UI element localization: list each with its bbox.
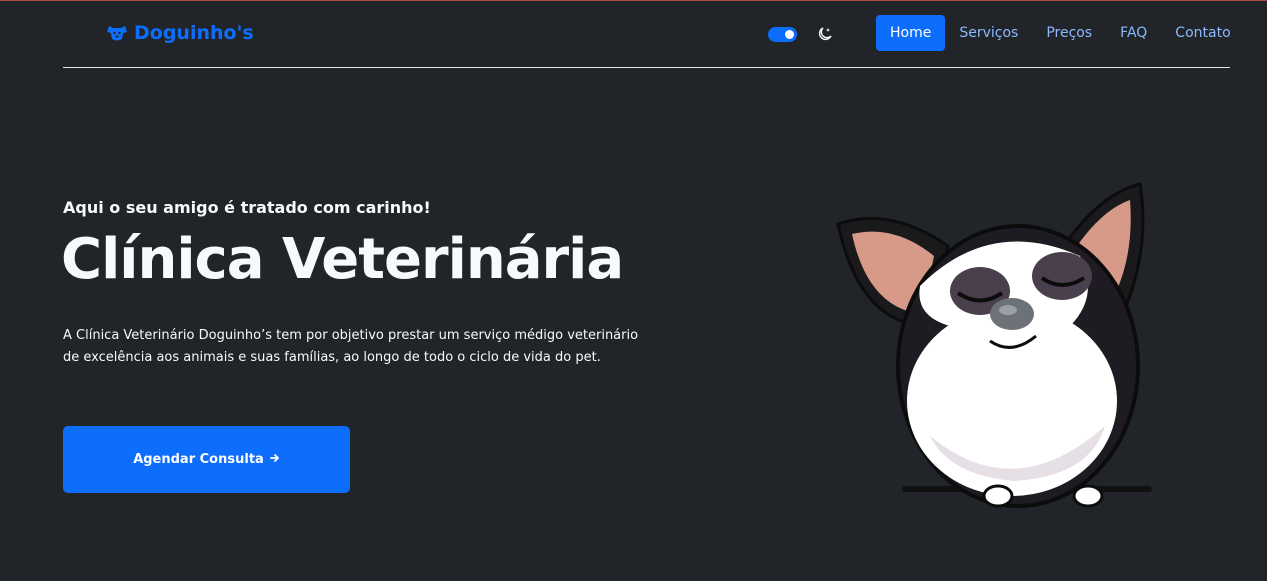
nav-link-home[interactable]: Home: [876, 15, 946, 51]
arrow-right-icon: [269, 452, 280, 467]
toggle-knob: [785, 30, 794, 39]
brand-name: Doguinho's: [134, 22, 254, 44]
hero-subtitle: Aqui o seu amigo é tratado com carinho!: [63, 198, 431, 217]
dog-icon: [106, 24, 128, 42]
dog-illustration: [830, 176, 1160, 520]
schedule-appointment-button[interactable]: Agendar Consulta: [63, 426, 350, 493]
nav-link-contato[interactable]: Contato: [1161, 15, 1244, 51]
nav-link-faq[interactable]: FAQ: [1106, 15, 1161, 51]
navbar: Doguinho's Home Serviços Preços FAQ Cont…: [63, 1, 1231, 68]
hero-description: A Clínica Veterinário Doguinho’s tem por…: [63, 328, 639, 365]
nav-links: Home Serviços Preços FAQ Contato: [876, 15, 1245, 51]
cta-label: Agendar Consulta: [133, 452, 264, 467]
nav-link-precos[interactable]: Preços: [1032, 15, 1106, 51]
theme-toggle-switch[interactable]: [768, 27, 797, 42]
moon-stars-icon[interactable]: [817, 26, 833, 46]
nav-link-servicos[interactable]: Serviços: [945, 15, 1032, 51]
brand-logo-link[interactable]: Doguinho's: [106, 22, 254, 44]
hero-title: Clínica Veterinária: [61, 227, 624, 292]
